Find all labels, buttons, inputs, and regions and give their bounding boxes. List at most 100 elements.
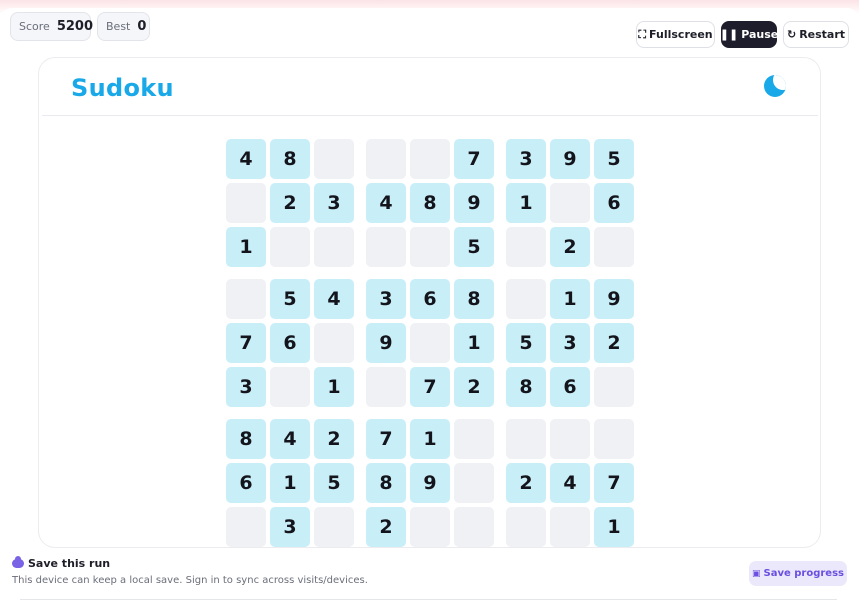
sudoku-cell-r3-c3[interactable] [314, 227, 354, 267]
sudoku-cell-r5-c9[interactable]: 2 [594, 323, 634, 363]
sudoku-cell-r1-c3[interactable] [314, 139, 354, 179]
sudoku-cell-r8-c3[interactable]: 5 [314, 463, 354, 503]
save-progress-button[interactable]: ▣ Save progress [749, 561, 847, 586]
sudoku-cell-r8-c5[interactable]: 9 [410, 463, 450, 503]
sudoku-cell-r7-c2[interactable]: 4 [270, 419, 310, 459]
sudoku-cell-r7-c7[interactable] [506, 419, 546, 459]
sudoku-cell-r7-c9[interactable] [594, 419, 634, 459]
sudoku-cell-r6-c9[interactable] [594, 367, 634, 407]
sudoku-cell-r6-c1[interactable]: 3 [226, 367, 266, 407]
sudoku-cell-r1-c9[interactable]: 5 [594, 139, 634, 179]
sudoku-cell-r6-c4[interactable] [366, 367, 406, 407]
sudoku-cell-r5-c2[interactable]: 6 [270, 323, 310, 363]
sudoku-cell-r7-c3[interactable]: 2 [314, 419, 354, 459]
sudoku-cell-r2-c6[interactable]: 9 [454, 183, 494, 223]
sudoku-cell-r9-c1[interactable] [226, 507, 266, 547]
bottom-divider [20, 599, 837, 600]
sudoku-cell-r9-c9[interactable]: 1 [594, 507, 634, 547]
sudoku-cell-r9-c7[interactable] [506, 507, 546, 547]
moon-icon[interactable] [764, 75, 786, 97]
sudoku-cell-r9-c8[interactable] [550, 507, 590, 547]
sudoku-cell-r4-c1[interactable] [226, 279, 266, 319]
score-value: 5200 [56, 19, 93, 34]
sudoku-cell-r8-c4[interactable]: 8 [366, 463, 406, 503]
sudoku-cell-r2-c9[interactable]: 6 [594, 183, 634, 223]
sudoku-cell-r6-c6[interactable]: 2 [454, 367, 494, 407]
sudoku-cell-r7-c4[interactable]: 7 [366, 419, 406, 459]
sudoku-cell-r2-c8[interactable] [550, 183, 590, 223]
sudoku-cell-r3-c1[interactable]: 1 [226, 227, 266, 267]
sudoku-cell-r8-c6[interactable] [454, 463, 494, 503]
sudoku-cell-r2-c1[interactable] [226, 183, 266, 223]
restart-button[interactable]: ↻ Restart [783, 21, 849, 48]
sudoku-cell-r3-c4[interactable] [366, 227, 406, 267]
pause-icon: ❚❚ [719, 28, 739, 41]
sudoku-cell-r1-c1[interactable]: 4 [226, 139, 266, 179]
sudoku-cell-r5-c1[interactable]: 7 [226, 323, 266, 363]
sudoku-cell-r1-c4[interactable] [366, 139, 406, 179]
sudoku-cell-r6-c3[interactable]: 1 [314, 367, 354, 407]
sudoku-cell-r1-c6[interactable]: 7 [454, 139, 494, 179]
floppy-disk-icon: ▣ [752, 568, 761, 579]
sudoku-cell-r1-c7[interactable]: 3 [506, 139, 546, 179]
sudoku-cell-r3-c6[interactable]: 5 [454, 227, 494, 267]
sudoku-cell-r7-c5[interactable]: 1 [410, 419, 450, 459]
sudoku-cell-r8-c2[interactable]: 1 [270, 463, 310, 503]
sudoku-cell-r5-c7[interactable]: 5 [506, 323, 546, 363]
sudoku-cell-r9-c5[interactable] [410, 507, 450, 547]
pause-button[interactable]: ❚❚ Pause [719, 21, 779, 48]
sudoku-cell-r8-c7[interactable]: 2 [506, 463, 546, 503]
sudoku-cell-r4-c9[interactable]: 9 [594, 279, 634, 319]
sudoku-cell-r9-c6[interactable] [454, 507, 494, 547]
sudoku-cell-r3-c5[interactable] [410, 227, 450, 267]
game-title: Sudoku [71, 74, 174, 102]
sudoku-cell-r1-c8[interactable]: 9 [550, 139, 590, 179]
sudoku-cell-r9-c2[interactable]: 3 [270, 507, 310, 547]
sudoku-cell-r7-c8[interactable] [550, 419, 590, 459]
sudoku-cell-r5-c4[interactable]: 9 [366, 323, 406, 363]
game-panel: Sudoku 487395234891615254368197691532317… [39, 58, 820, 547]
fullscreen-button[interactable]: ⛶ Fullscreen [636, 21, 715, 48]
sudoku-cell-r5-c6[interactable]: 1 [454, 323, 494, 363]
expand-icon: ⛶ [638, 27, 647, 41]
sudoku-cell-r4-c8[interactable]: 1 [550, 279, 590, 319]
sudoku-cell-r4-c4[interactable]: 3 [366, 279, 406, 319]
best-label: Best [106, 20, 131, 33]
sudoku-cell-r9-c3[interactable] [314, 507, 354, 547]
sudoku-cell-r3-c7[interactable] [506, 227, 546, 267]
sudoku-cell-r8-c9[interactable]: 7 [594, 463, 634, 503]
sudoku-cell-r3-c8[interactable]: 2 [550, 227, 590, 267]
header-divider [42, 115, 818, 116]
sudoku-cell-r2-c4[interactable]: 4 [366, 183, 406, 223]
sudoku-cell-r9-c4[interactable]: 2 [366, 507, 406, 547]
sudoku-cell-r6-c2[interactable] [270, 367, 310, 407]
pause-label: Pause [741, 28, 779, 41]
sudoku-cell-r7-c6[interactable] [454, 419, 494, 459]
sudoku-cell-r1-c5[interactable] [410, 139, 450, 179]
sudoku-cell-r8-c8[interactable]: 4 [550, 463, 590, 503]
sudoku-cell-r2-c5[interactable]: 8 [410, 183, 450, 223]
sudoku-cell-r4-c2[interactable]: 5 [270, 279, 310, 319]
sudoku-board: 4873952348916152543681976915323172868427… [226, 139, 634, 547]
sudoku-cell-r2-c3[interactable]: 3 [314, 183, 354, 223]
sudoku-cell-r4-c6[interactable]: 8 [454, 279, 494, 319]
sudoku-cell-r4-c3[interactable]: 4 [314, 279, 354, 319]
sudoku-cell-r6-c8[interactable]: 6 [550, 367, 590, 407]
sudoku-cell-r1-c2[interactable]: 8 [270, 139, 310, 179]
restart-icon: ↻ [786, 28, 797, 41]
sudoku-cell-r6-c5[interactable]: 7 [410, 367, 450, 407]
sudoku-cell-r5-c5[interactable] [410, 323, 450, 363]
sudoku-cell-r2-c2[interactable]: 2 [270, 183, 310, 223]
best-value: 0 [137, 19, 147, 34]
sudoku-cell-r5-c8[interactable]: 3 [550, 323, 590, 363]
sudoku-cell-r3-c2[interactable] [270, 227, 310, 267]
sudoku-cell-r4-c7[interactable] [506, 279, 546, 319]
sudoku-cell-r3-c9[interactable] [594, 227, 634, 267]
sudoku-cell-r2-c7[interactable]: 1 [506, 183, 546, 223]
sudoku-cell-r8-c1[interactable]: 6 [226, 463, 266, 503]
sudoku-cell-r4-c5[interactable]: 6 [410, 279, 450, 319]
sudoku-cell-r5-c3[interactable] [314, 323, 354, 363]
restart-label: Restart [799, 28, 846, 41]
sudoku-cell-r6-c7[interactable]: 8 [506, 367, 546, 407]
sudoku-cell-r7-c1[interactable]: 8 [226, 419, 266, 459]
